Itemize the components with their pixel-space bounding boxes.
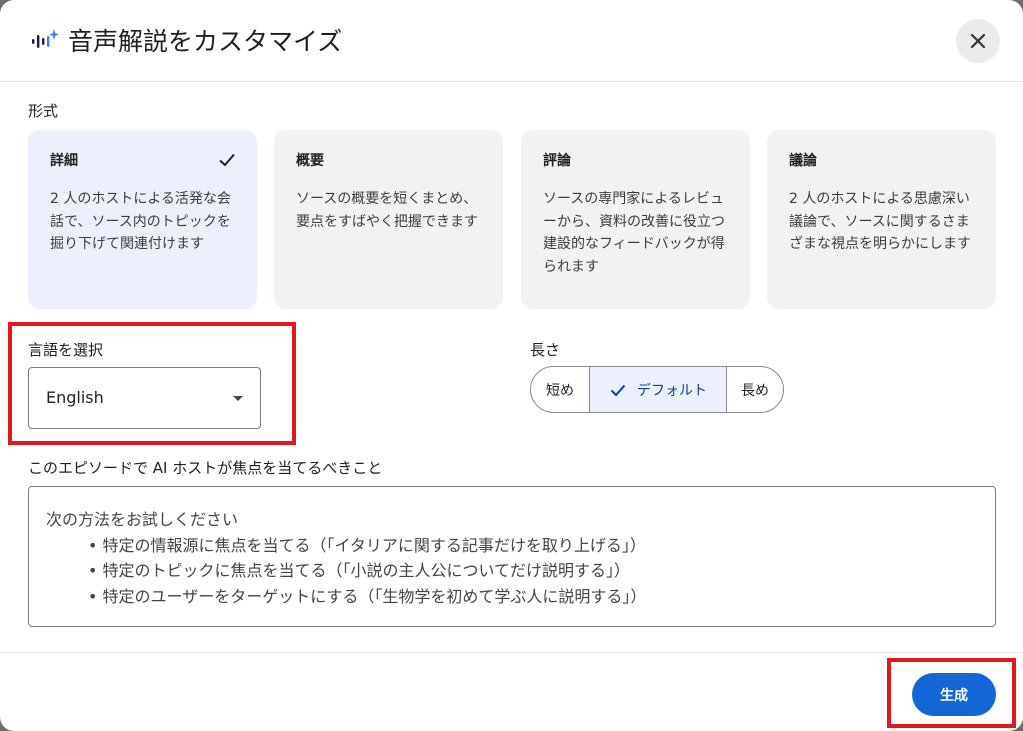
close-button[interactable] (956, 19, 1000, 63)
format-card-desc: 2 人のホストによる思慮深い議論で、ソースに関するさまざまな視点を明らかにします (789, 191, 971, 252)
dialog-header: 音声解説をカスタマイズ (0, 0, 1023, 82)
format-card-detail[interactable]: 詳細 2 人のホストによる活発な会話で、ソース内のトピックを掘り下げて関連付けま… (28, 130, 257, 309)
highlight-box-generate (887, 658, 1016, 728)
focus-label: このエピソードで AI ホストが焦点を当てるべきこと (28, 459, 383, 477)
format-card-title: 詳細 (50, 153, 78, 169)
length-option-default[interactable]: デフォルト (589, 367, 726, 412)
placeholder-item: 特定のユーザーをターゲットにする（「生物学を初めて学ぶ人に説明する」） (46, 584, 978, 610)
format-card-title: 議論 (789, 153, 817, 169)
footer-divider (0, 652, 1023, 653)
dialog-title: 音声解説をカスタマイズ (68, 27, 343, 56)
format-card-desc: ソースの専門家によるレビューから、資料の改善に役立つ建設的なフィードバックが得ら… (543, 191, 725, 275)
placeholder-intro: 次の方法をお試しください (46, 510, 239, 529)
format-card-desc: ソースの概要を短くまとめ、要点をすばやく把握できます (296, 191, 478, 230)
format-label: 形式 (28, 102, 59, 120)
length-label: 長さ (530, 341, 561, 359)
format-card-title: 評論 (543, 153, 571, 169)
format-card-desc: 2 人のホストによる活発な会話で、ソース内のトピックを掘り下げて関連付けます (50, 191, 231, 252)
length-option-label: デフォルト (637, 382, 707, 399)
placeholder-item: 特定の情報源に焦点を当てる（「イタリアに関する記事だけを取り上げる」） (46, 533, 978, 559)
focus-textarea[interactable]: 次の方法をお試しください 特定の情報源に焦点を当てる（「イタリアに関する記事だけ… (28, 486, 996, 627)
length-option-long[interactable]: 長め (726, 367, 783, 412)
placeholder-item: 特定のトピックに焦点を当てる（「小説の主人公についてだけ説明する」） (46, 558, 978, 584)
check-icon (219, 153, 235, 167)
format-card-title: 概要 (296, 153, 324, 169)
length-segmented-control: 短め デフォルト 長め (530, 366, 784, 413)
format-card-critique[interactable]: 評論 ソースの専門家によるレビューから、資料の改善に役立つ建設的なフィードバック… (521, 130, 750, 309)
customize-audio-dialog: 音声解説をカスタマイズ 形式 詳細 2 人のホストによる活発な会話で、ソース内の… (0, 0, 1023, 731)
close-icon (970, 33, 986, 49)
length-option-short[interactable]: 短め (531, 367, 589, 412)
highlight-box-language (8, 322, 296, 445)
format-card-summary[interactable]: 概要 ソースの概要を短くまとめ、要点をすばやく把握できます (274, 130, 503, 309)
check-icon (610, 384, 626, 396)
sparkle-audio-icon (32, 29, 59, 48)
format-card-debate[interactable]: 議論 2 人のホストによる思慮深い議論で、ソースに関するさまざまな視点を明らかに… (767, 130, 996, 309)
